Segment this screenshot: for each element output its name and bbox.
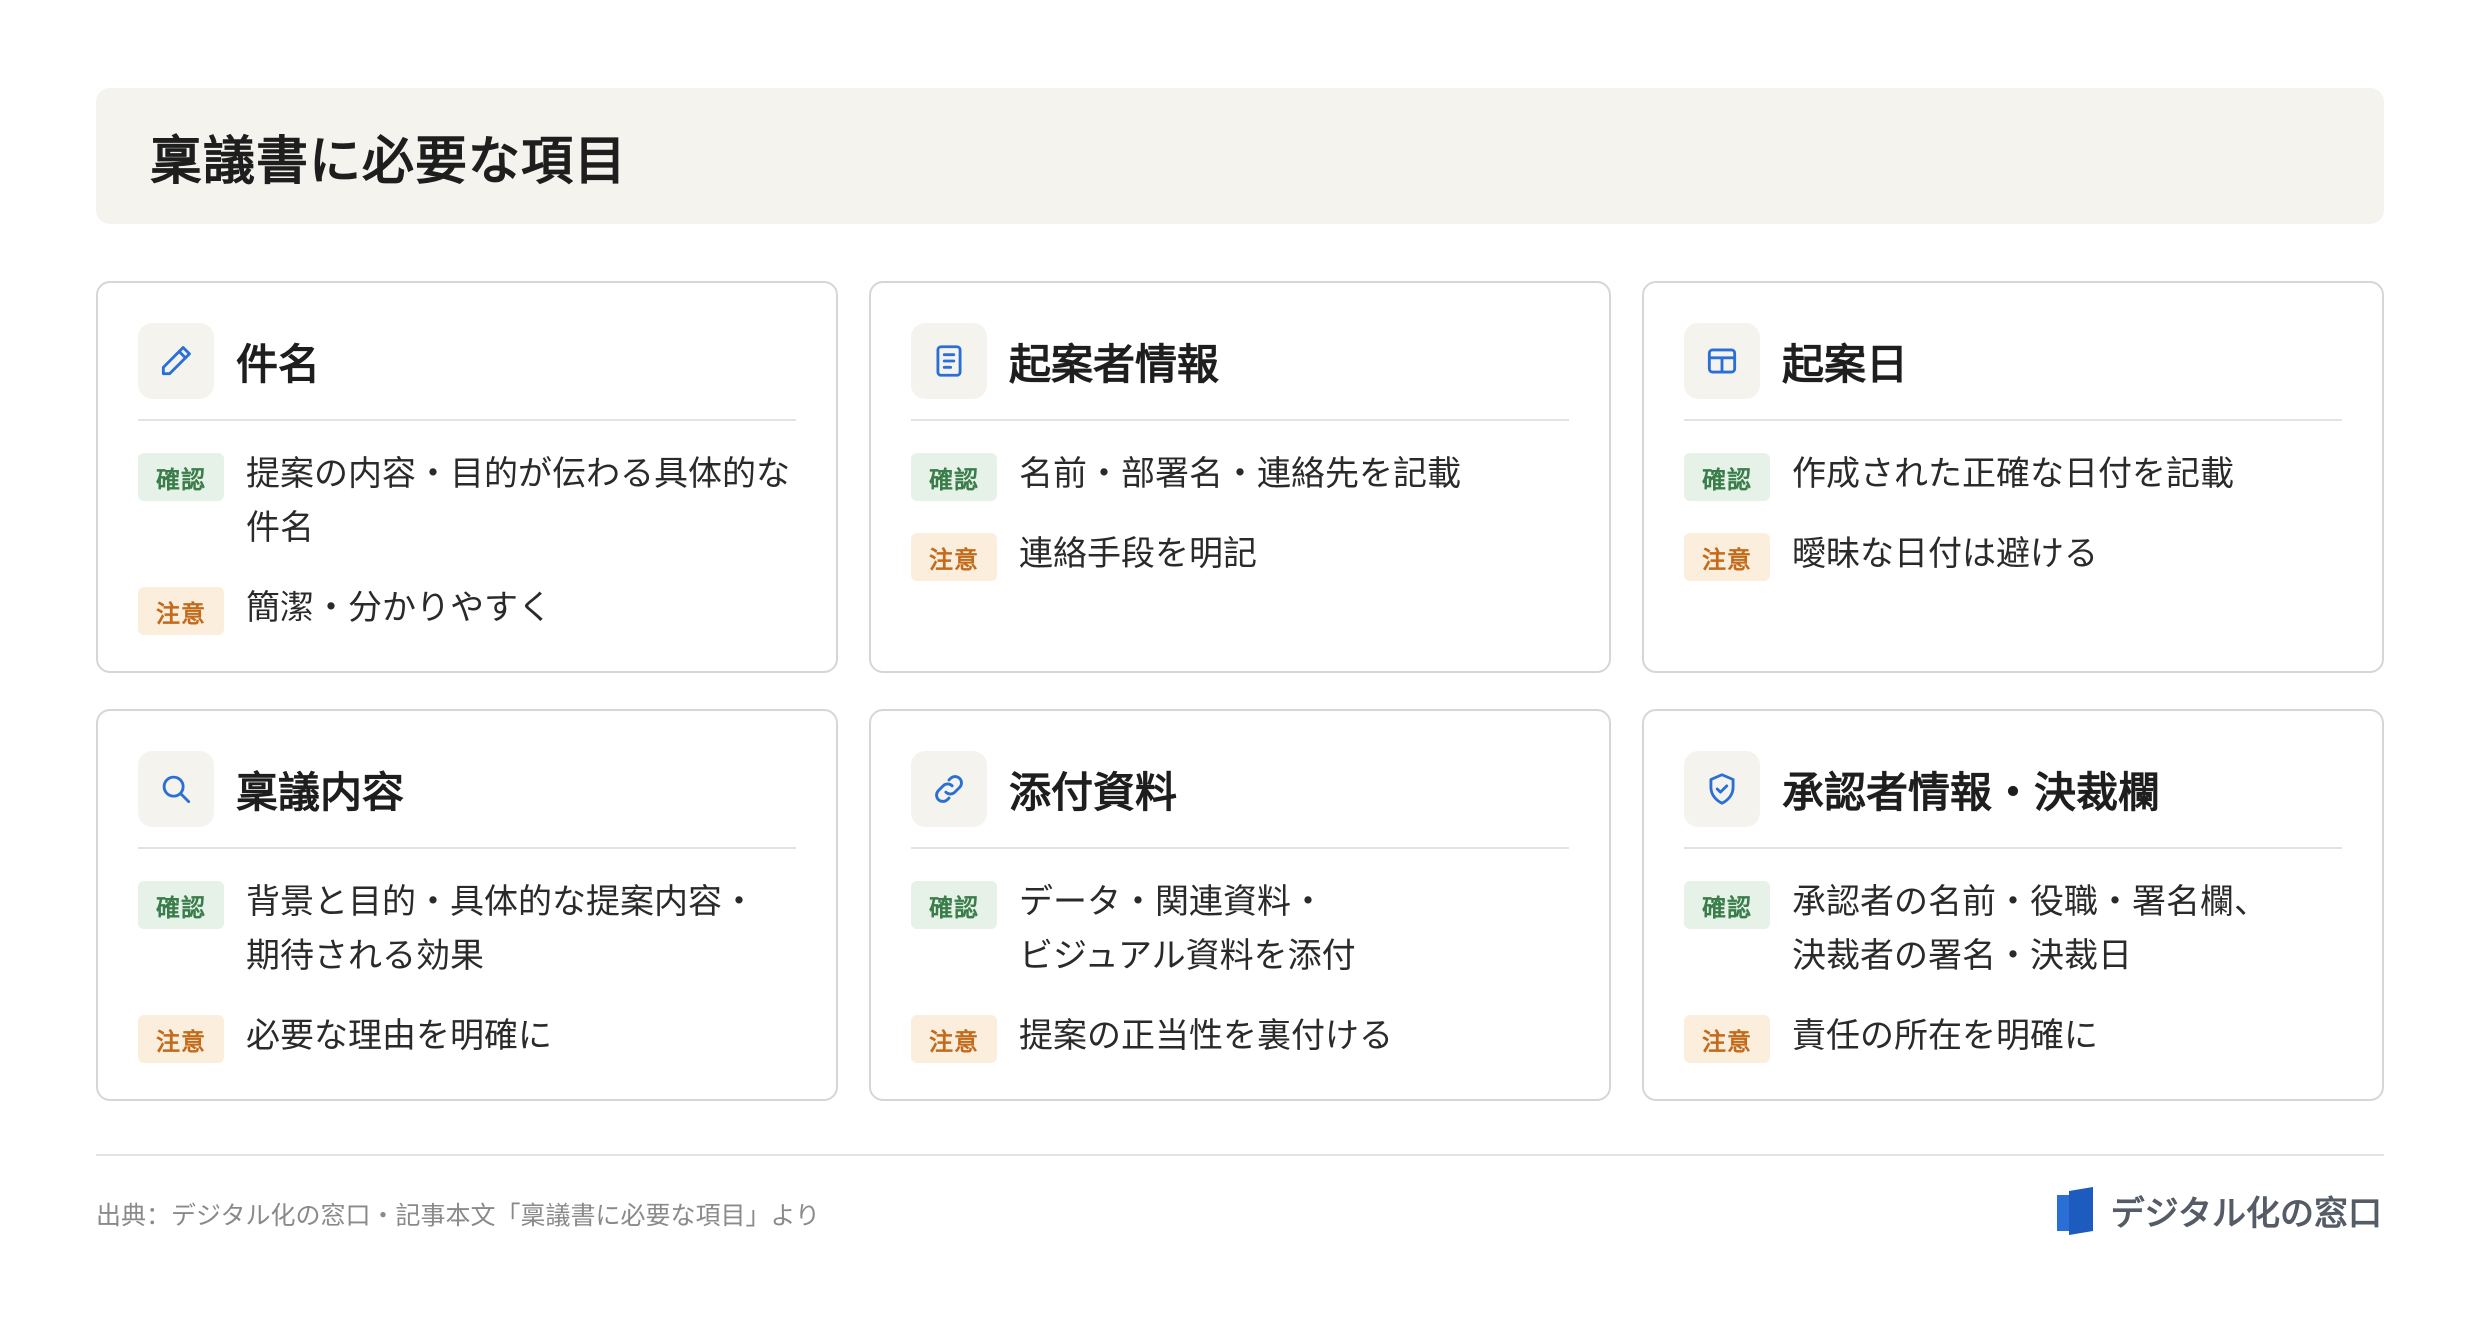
confirm-text: 背景と目的・具体的な提案内容・ 期待される効果 [246,882,756,976]
card-divider [1684,419,2342,421]
confirm-badge: 確認 [911,881,997,929]
confirm-badge: 確認 [138,881,224,929]
confirm-row: 確認 名前・部署名・連絡先を記載 [911,447,1569,501]
source-note: 出典：デジタル化の窓口・記事本文「稟議書に必要な項目」より [96,1201,821,1230]
card-icon-box [911,751,987,827]
caution-row: 注意 責任の所在を明確に [1684,1009,2342,1063]
confirm-text: 提案の内容・目的が伝わる具体的な 件名 [246,454,790,548]
confirm-row: 確認 データ・関連資料・ ビジュアル資料を添付 [911,875,1569,983]
caution-row: 注意 簡潔・分かりやすく [138,581,796,635]
card-icon-box [1684,751,1760,827]
card-icon-box [911,323,987,399]
link-icon [935,775,963,803]
caution-row: 注意 提案の正当性を裏付ける [911,1009,1569,1063]
caution-text: 責任の所在を明確に [1792,1016,2098,1056]
caution-badge: 注意 [1684,1015,1770,1063]
card-icon-box [138,751,214,827]
search-icon [162,775,191,804]
confirm-text: データ・関連資料・ ビジュアル資料を添付 [1019,882,1356,976]
card-subject: 件名 確認 提案の内容・目的が伝わる具体的な 件名 注意 簡潔・分かりやすく [96,281,838,673]
card-title: 添付資料 [1009,767,1178,817]
caution-row: 注意 必要な理由を明確に [138,1009,796,1063]
brand-logo-icon [2056,1186,2093,1235]
page-header: 稟議書に必要な項目 [96,88,2384,224]
confirm-text: 名前・部署名・連絡先を記載 [1019,454,1461,494]
caution-badge: 注意 [1684,533,1770,581]
page-title: 稟議書に必要な項目 [150,131,628,192]
caution-row: 注意 連絡手段を明記 [911,527,1569,581]
caution-badge: 注意 [138,1015,224,1063]
caution-badge: 注意 [138,587,224,635]
document-icon [936,345,962,377]
card-title: 承認者情報・決裁欄 [1782,767,2161,817]
card-author-info: 起案者情報 確認 名前・部署名・連絡先を記載 注意 連絡手段を明記 [869,281,1611,673]
card-divider [911,419,1569,421]
confirm-badge: 確認 [138,453,224,501]
confirm-row: 確認 提案の内容・目的が伝わる具体的な 件名 [138,447,796,555]
confirm-text: 作成された正確な日付を記載 [1792,454,2234,494]
caution-badge: 注意 [911,533,997,581]
confirm-badge: 確認 [1684,881,1770,929]
caution-row: 注意 曖昧な日付は避ける [1684,527,2342,581]
brand-name: デジタル化の窓口 [2110,1194,2382,1234]
caution-text: 必要な理由を明確に [246,1016,552,1056]
card-approver-info: 承認者情報・決裁欄 確認 承認者の名前・役職・署名欄、 決裁者の署名・決裁日 注… [1642,709,2384,1101]
caution-text: 提案の正当性を裏付ける [1019,1016,1393,1056]
card-header: 起案日 [1684,323,2342,399]
card-title: 稟議内容 [236,767,405,817]
card-header: 承認者情報・決裁欄 [1684,751,2342,827]
brand-logo-group: デジタル化の窓口 [2056,1186,2382,1235]
confirm-row: 確認 作成された正確な日付を記載 [1684,447,2342,501]
card-divider [138,419,796,421]
caution-text: 連絡手段を明記 [1019,534,1257,574]
confirm-badge: 確認 [1684,453,1770,501]
card-divider [911,847,1569,849]
pencil-icon [161,346,191,376]
caution-badge: 注意 [911,1015,997,1063]
card-proposal-content: 稟議内容 確認 背景と目的・具体的な提案内容・ 期待される効果 注意 必要な理由… [96,709,838,1101]
card-divider [138,847,796,849]
calendar-grid-icon [1707,348,1737,374]
confirm-row: 確認 承認者の名前・役職・署名欄、 決裁者の署名・決裁日 [1684,875,2342,983]
items-grid: 件名 確認 提案の内容・目的が伝わる具体的な 件名 注意 簡潔・分かりやすく 起… [96,281,2384,1103]
card-title: 起案日 [1782,339,1909,389]
card-attachments: 添付資料 確認 データ・関連資料・ ビジュアル資料を添付 注意 提案の正当性を裏… [869,709,1611,1101]
card-icon-box [138,323,214,399]
footer-divider [96,1154,2384,1156]
card-header: 起案者情報 [911,323,1569,399]
confirm-row: 確認 背景と目的・具体的な提案内容・ 期待される効果 [138,875,796,983]
card-draft-date: 起案日 確認 作成された正確な日付を記載 注意 曖昧な日付は避ける [1642,281,2384,673]
caution-text: 曖昧な日付は避ける [1792,534,2098,574]
card-divider [1684,847,2342,849]
card-header: 件名 [138,323,796,399]
confirm-badge: 確認 [911,453,997,501]
shield-check-icon [1709,773,1735,805]
card-header: 添付資料 [911,751,1569,827]
card-icon-box [1684,323,1760,399]
card-header: 稟議内容 [138,751,796,827]
card-title: 起案者情報 [1009,339,1220,389]
caution-text: 簡潔・分かりやすく [246,588,552,628]
card-title: 件名 [236,339,321,389]
confirm-text: 承認者の名前・役職・署名欄、 決裁者の署名・決裁日 [1792,882,2268,976]
